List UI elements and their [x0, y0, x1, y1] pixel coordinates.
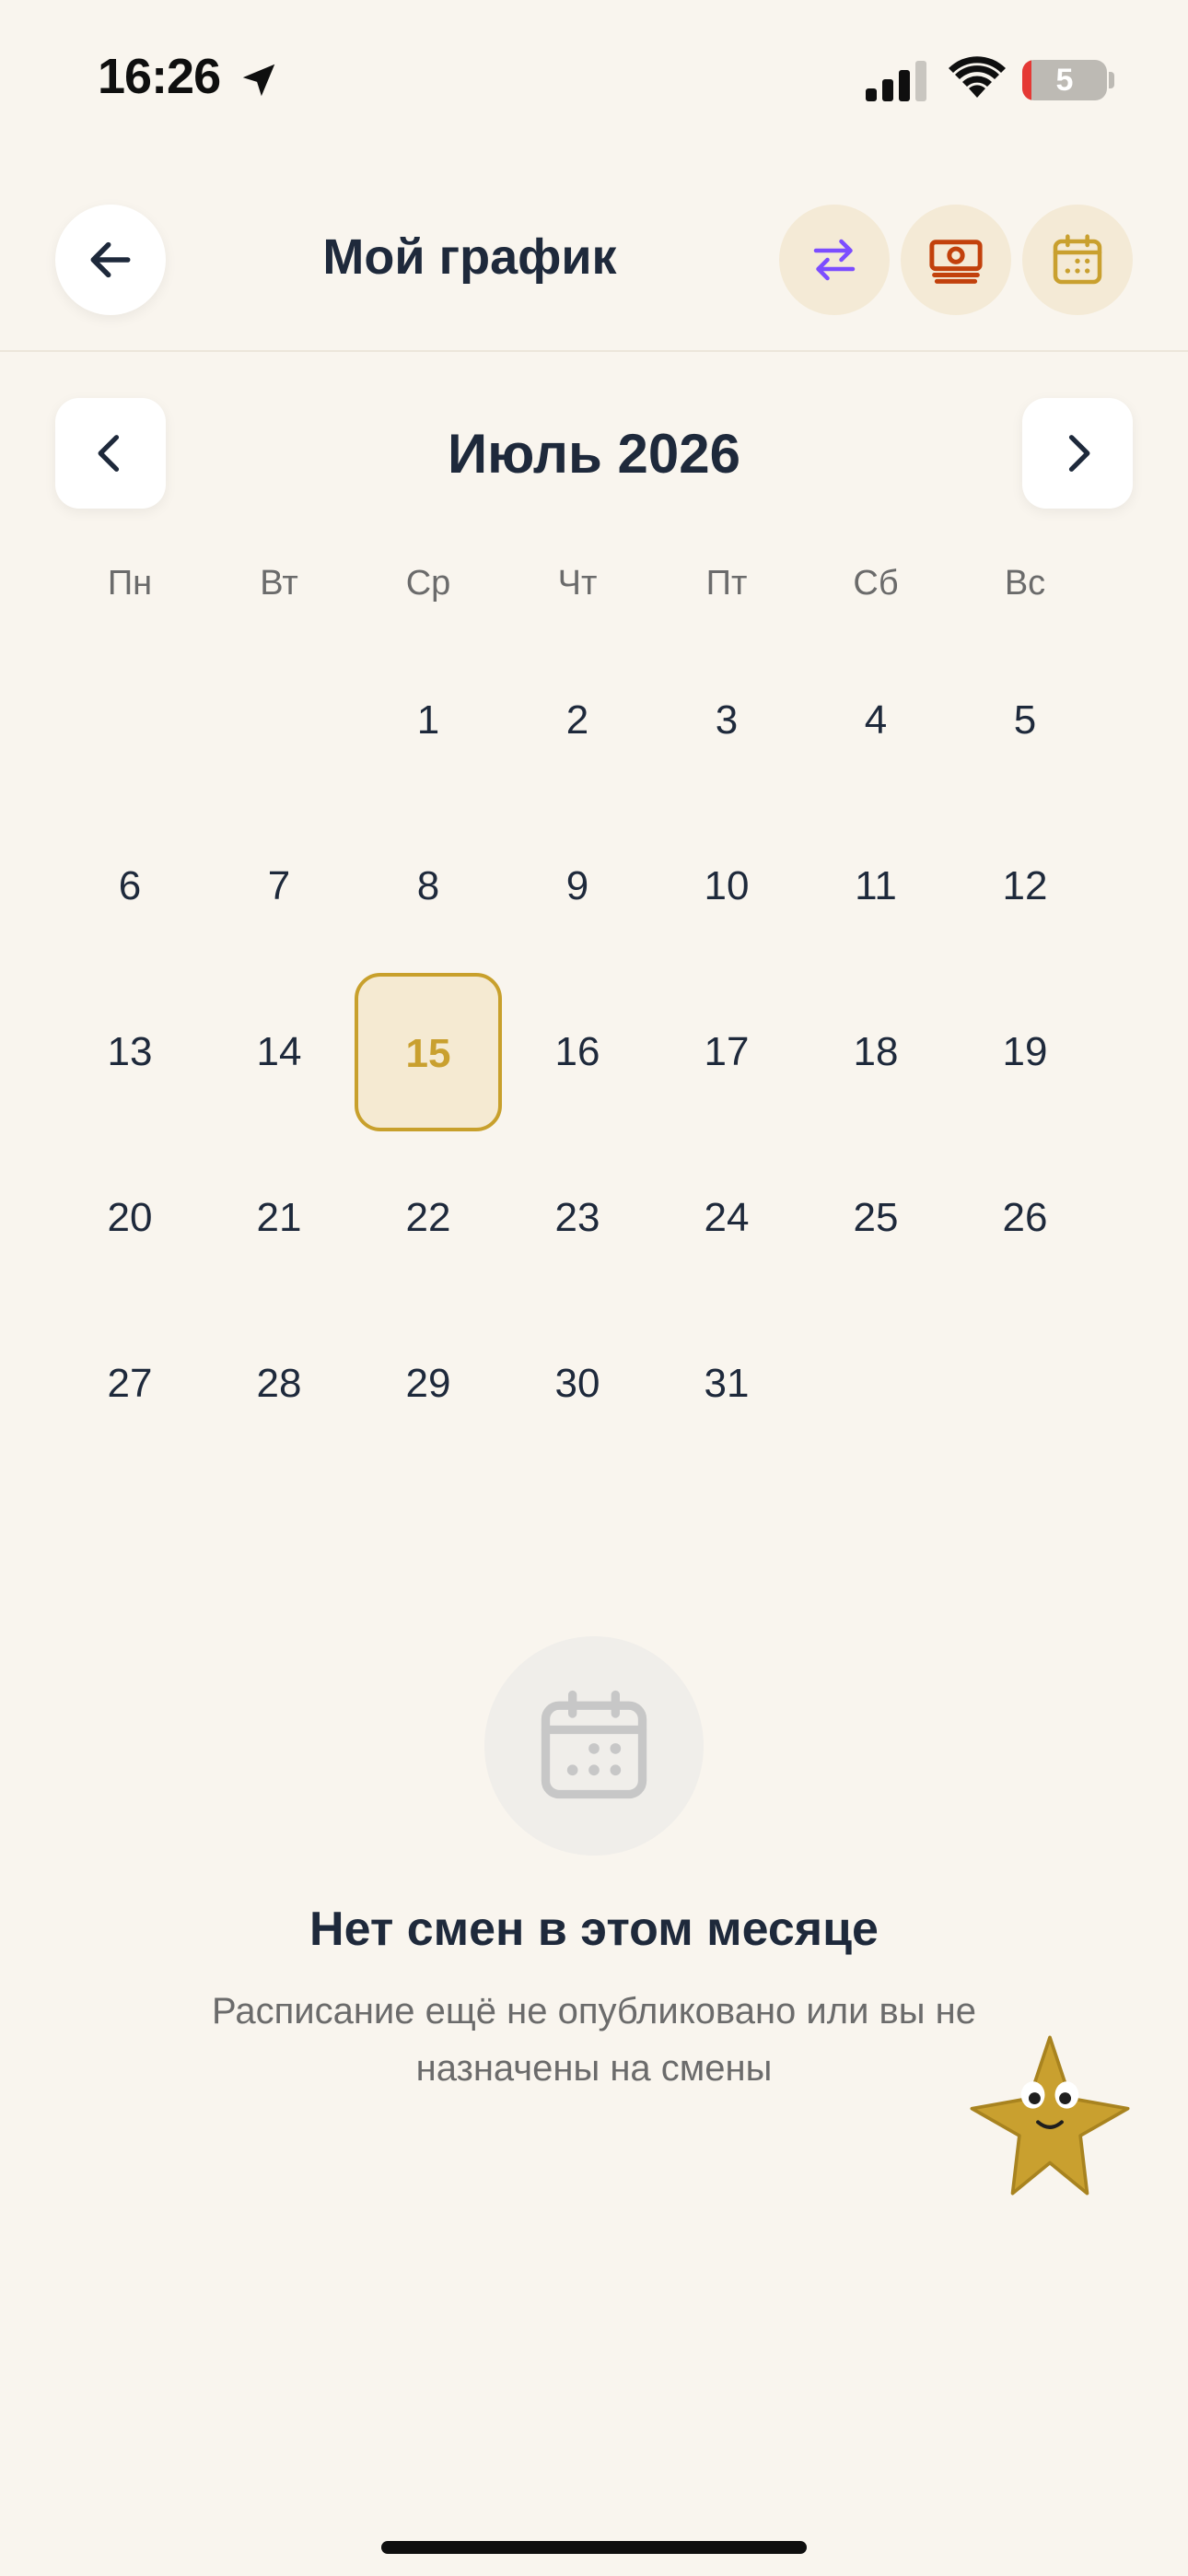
calendar-day[interactable]: 13 [55, 1006, 204, 1098]
calendar-day[interactable]: 21 [204, 1172, 354, 1264]
calendar-day[interactable]: 9 [503, 840, 652, 932]
swap-shifts-button[interactable] [779, 205, 890, 315]
home-indicator[interactable] [381, 2541, 807, 2554]
weekday-label: Вт [260, 564, 298, 603]
calendar-day[interactable]: 26 [950, 1172, 1100, 1264]
arrow-left-icon [90, 241, 131, 278]
location-arrow-icon [242, 64, 275, 97]
calendar-day[interactable]: 11 [801, 840, 950, 932]
wifi-icon [949, 56, 1006, 98]
calendar-day[interactable]: 4 [801, 674, 950, 767]
calendar-day[interactable]: 29 [354, 1338, 503, 1430]
calendar-icon [1053, 234, 1102, 285]
month-title: Июль 2026 [447, 423, 741, 485]
calendar-day[interactable]: 12 [950, 840, 1100, 932]
calendar-day[interactable]: 23 [503, 1172, 652, 1264]
calendar-day[interactable]: 24 [652, 1172, 801, 1264]
status-time: 16:26 [98, 49, 221, 104]
cellular-signal-icon [866, 61, 926, 101]
chevron-left-icon [98, 435, 120, 472]
swap-icon [813, 239, 856, 281]
empty-state-icon-circle [484, 1636, 704, 1856]
prev-month-button[interactable] [55, 398, 166, 509]
back-button[interactable] [55, 205, 166, 315]
earnings-button[interactable] [901, 205, 1011, 315]
calendar-day[interactable]: 17 [652, 1006, 801, 1098]
calendar-day[interactable]: 19 [950, 1006, 1100, 1098]
calendar-day[interactable]: 10 [652, 840, 801, 932]
calendar-day[interactable]: 20 [55, 1172, 204, 1264]
calendar-day[interactable]: 5 [950, 674, 1100, 767]
calendar-day[interactable]: 1 [354, 674, 503, 767]
calendar-day[interactable]: 18 [801, 1006, 950, 1098]
calendar-day[interactable]: 22 [354, 1172, 503, 1264]
empty-state-title: Нет смен в этом месяце [309, 1903, 879, 1956]
calendar-day[interactable]: 16 [503, 1006, 652, 1098]
weekday-label: Сб [853, 564, 899, 603]
chevron-right-icon [1068, 435, 1090, 472]
battery-cap [1109, 72, 1114, 88]
weekday-label: Вс [1004, 564, 1046, 603]
money-icon [929, 240, 983, 284]
weekday-label: Пт [705, 564, 748, 603]
calendar-day[interactable]: 31 [652, 1338, 801, 1430]
schedule-screen: 16:26 5 Мой график Июль 2026 Пн Вт Ср Чт… [0, 0, 1188, 2576]
status-bar: 16:26 5 [0, 0, 1188, 157]
calendar-day[interactable]: 28 [204, 1338, 354, 1430]
battery-level: 5 [1055, 63, 1074, 98]
weekday-label: Пн [107, 564, 153, 603]
calendar-day[interactable]: 14 [204, 1006, 354, 1098]
calendar-day[interactable]: 8 [354, 840, 503, 932]
battery-icon: 5 [1022, 60, 1107, 100]
next-month-button[interactable] [1022, 398, 1133, 509]
calendar-day[interactable]: 2 [503, 674, 652, 767]
calendar-day[interactable]: 25 [801, 1172, 950, 1264]
calendar-day[interactable]: 6 [55, 840, 204, 932]
weekday-label: Чт [557, 564, 598, 603]
page-title: Мой график [322, 229, 617, 285]
calendar-day[interactable]: 7 [204, 840, 354, 932]
calendar-day-today[interactable]: 15 [355, 973, 502, 1131]
calendar-icon [541, 1690, 647, 1799]
star-mascot-icon[interactable] [965, 2031, 1135, 2200]
calendar-day[interactable]: 3 [652, 674, 801, 767]
empty-state-subtitle: Расписание ещё не опубликовано или вы не… [211, 1991, 977, 2089]
weekday-label: Ср [405, 564, 451, 603]
calendar-day[interactable]: 30 [503, 1338, 652, 1430]
header: Мой график [0, 184, 1188, 352]
calendar-view-button[interactable] [1022, 205, 1133, 315]
calendar-day[interactable]: 27 [55, 1338, 204, 1430]
